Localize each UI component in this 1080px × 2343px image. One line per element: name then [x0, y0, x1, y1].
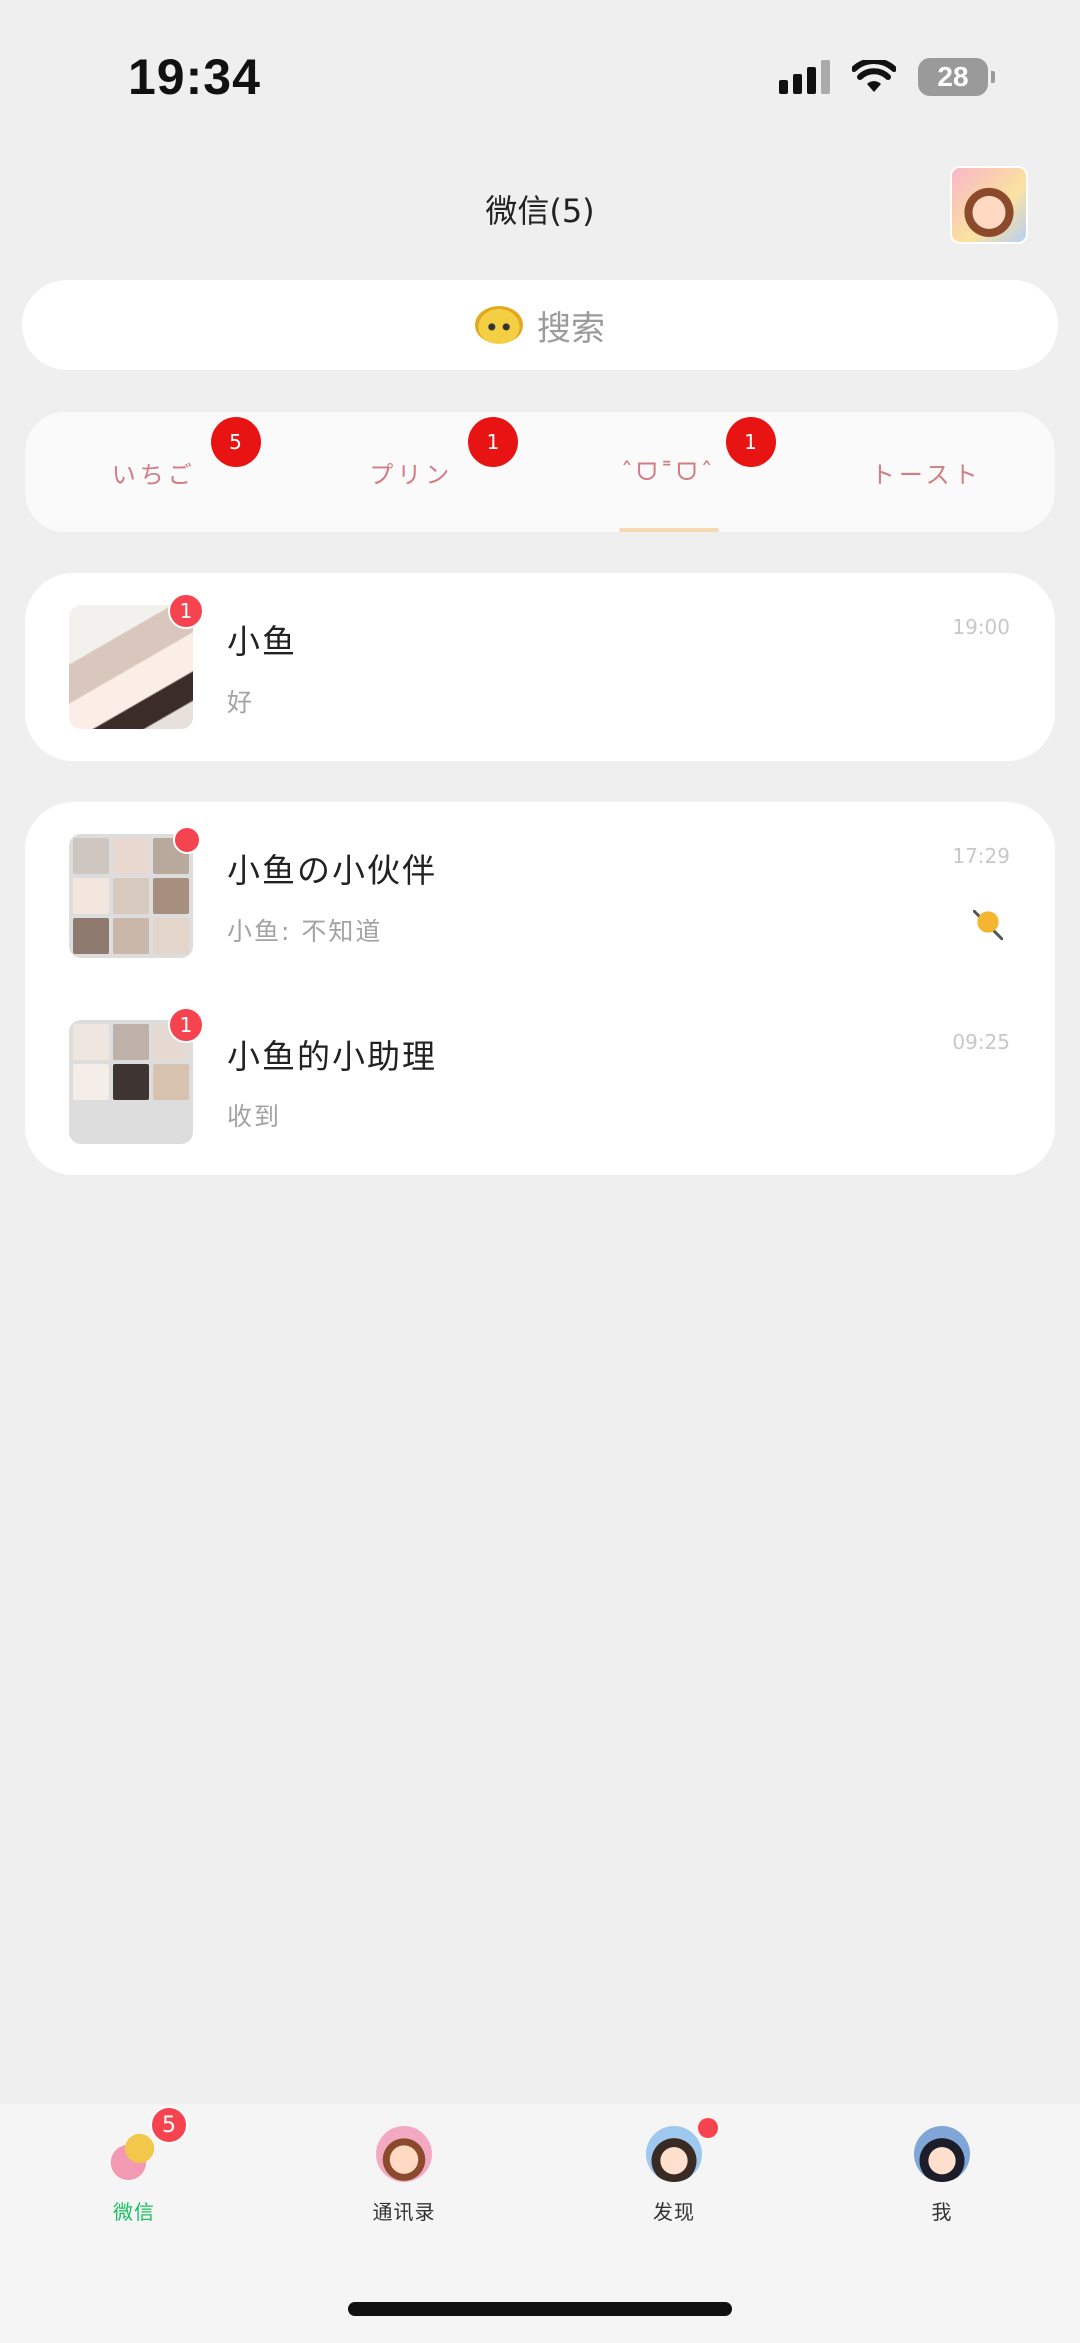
- tab-label: トースト: [870, 460, 982, 489]
- unread-badge: 1: [168, 593, 204, 629]
- chat-filter-tabs: いちご 5 プリン 1 ˆᗜ˭ᗜˆ 1 トースト: [25, 412, 1055, 532]
- tab-label: 微信: [113, 2200, 155, 2224]
- tab-contacts[interactable]: 通讯录: [354, 2126, 454, 2225]
- chat-last-message: 好: [227, 688, 255, 717]
- battery-icon: 28: [918, 58, 995, 96]
- chat-name: 小鱼の小伙伴: [227, 851, 437, 890]
- status-bar: 19:34 28: [0, 0, 1080, 160]
- tab-label: 发现: [653, 2200, 695, 2224]
- unread-badge: 1: [168, 1007, 204, 1043]
- anime-girl-avatar-icon[interactable]: [950, 166, 1028, 244]
- chat-last-message: 小鱼: 不知道: [227, 917, 383, 946]
- tab-label: ˆᗜ˭ᗜˆ: [620, 458, 717, 486]
- tab-badge: 1: [725, 417, 776, 467]
- cardcaptor-wand-icon: 5: [106, 2106, 188, 2182]
- search-placeholder: 搜索: [537, 308, 605, 349]
- chat-time: 17:29: [952, 844, 1010, 868]
- search-bar[interactable]: 搜索: [22, 280, 1058, 370]
- chat-time: 09:25: [952, 1030, 1010, 1054]
- status-time: 19:34: [128, 49, 261, 105]
- tab-toast[interactable]: トースト: [798, 412, 1056, 532]
- tab-badge: 1: [468, 417, 518, 467]
- anime-boy-discover-icon: [646, 2118, 718, 2182]
- anime-boy-me-icon: [914, 2126, 970, 2182]
- chat-item-xiaoyu-assistant[interactable]: 1 小鱼的小助理 收到 09:25: [25, 990, 1055, 1175]
- chat-name: 小鱼: [227, 622, 297, 661]
- tab-badge: 5: [150, 2106, 188, 2144]
- tab-label: 通讯录: [372, 2200, 436, 2224]
- notification-dot: [698, 2118, 718, 2138]
- pinned-chat-card: 1 小鱼 好 19:00: [25, 573, 1055, 761]
- wifi-icon: [852, 60, 896, 92]
- tab-active-indicator: [618, 528, 719, 532]
- home-indicator[interactable]: [348, 2302, 732, 2316]
- tab-badge: 5: [210, 417, 261, 467]
- mute-bell-icon: [973, 910, 1003, 940]
- tab-wechat[interactable]: 5 微信: [84, 2106, 188, 2225]
- group-chat-card: 小鱼の小伙伴 小鱼: 不知道 17:29 1 小鱼的小助理 收到 09:25: [25, 802, 1055, 1175]
- tab-label: 我: [931, 2200, 953, 2224]
- tab-label: いちご: [111, 460, 196, 489]
- chat-time: 19:00: [952, 615, 1010, 639]
- group-avatar: [69, 834, 193, 958]
- chat-item-xiaoyu-friends[interactable]: 小鱼の小伙伴 小鱼: 不知道 17:29: [25, 802, 1055, 990]
- tab-ichigo[interactable]: いちご 5: [25, 412, 283, 532]
- tab-purin[interactable]: プリン 1: [283, 412, 541, 532]
- tab-me[interactable]: 我: [892, 2126, 992, 2225]
- chat-name: 小鱼的小助理: [227, 1037, 437, 1076]
- tab-kaomoji[interactable]: ˆᗜ˭ᗜˆ 1: [540, 412, 798, 532]
- kero-mascot-icon: [475, 306, 523, 344]
- tab-discover[interactable]: 发现: [624, 2118, 724, 2225]
- anime-girl-contacts-icon: [376, 2126, 432, 2182]
- tab-label: プリン: [369, 460, 454, 489]
- chat-last-message: 收到: [227, 1102, 282, 1131]
- page-title: 微信(5): [485, 192, 595, 230]
- unread-dot: [173, 826, 201, 854]
- cellular-signal-icon: [779, 60, 830, 94]
- status-icons: 28: [779, 58, 995, 96]
- chat-item-xiaoyu[interactable]: 1 小鱼 好 19:00: [25, 573, 1055, 761]
